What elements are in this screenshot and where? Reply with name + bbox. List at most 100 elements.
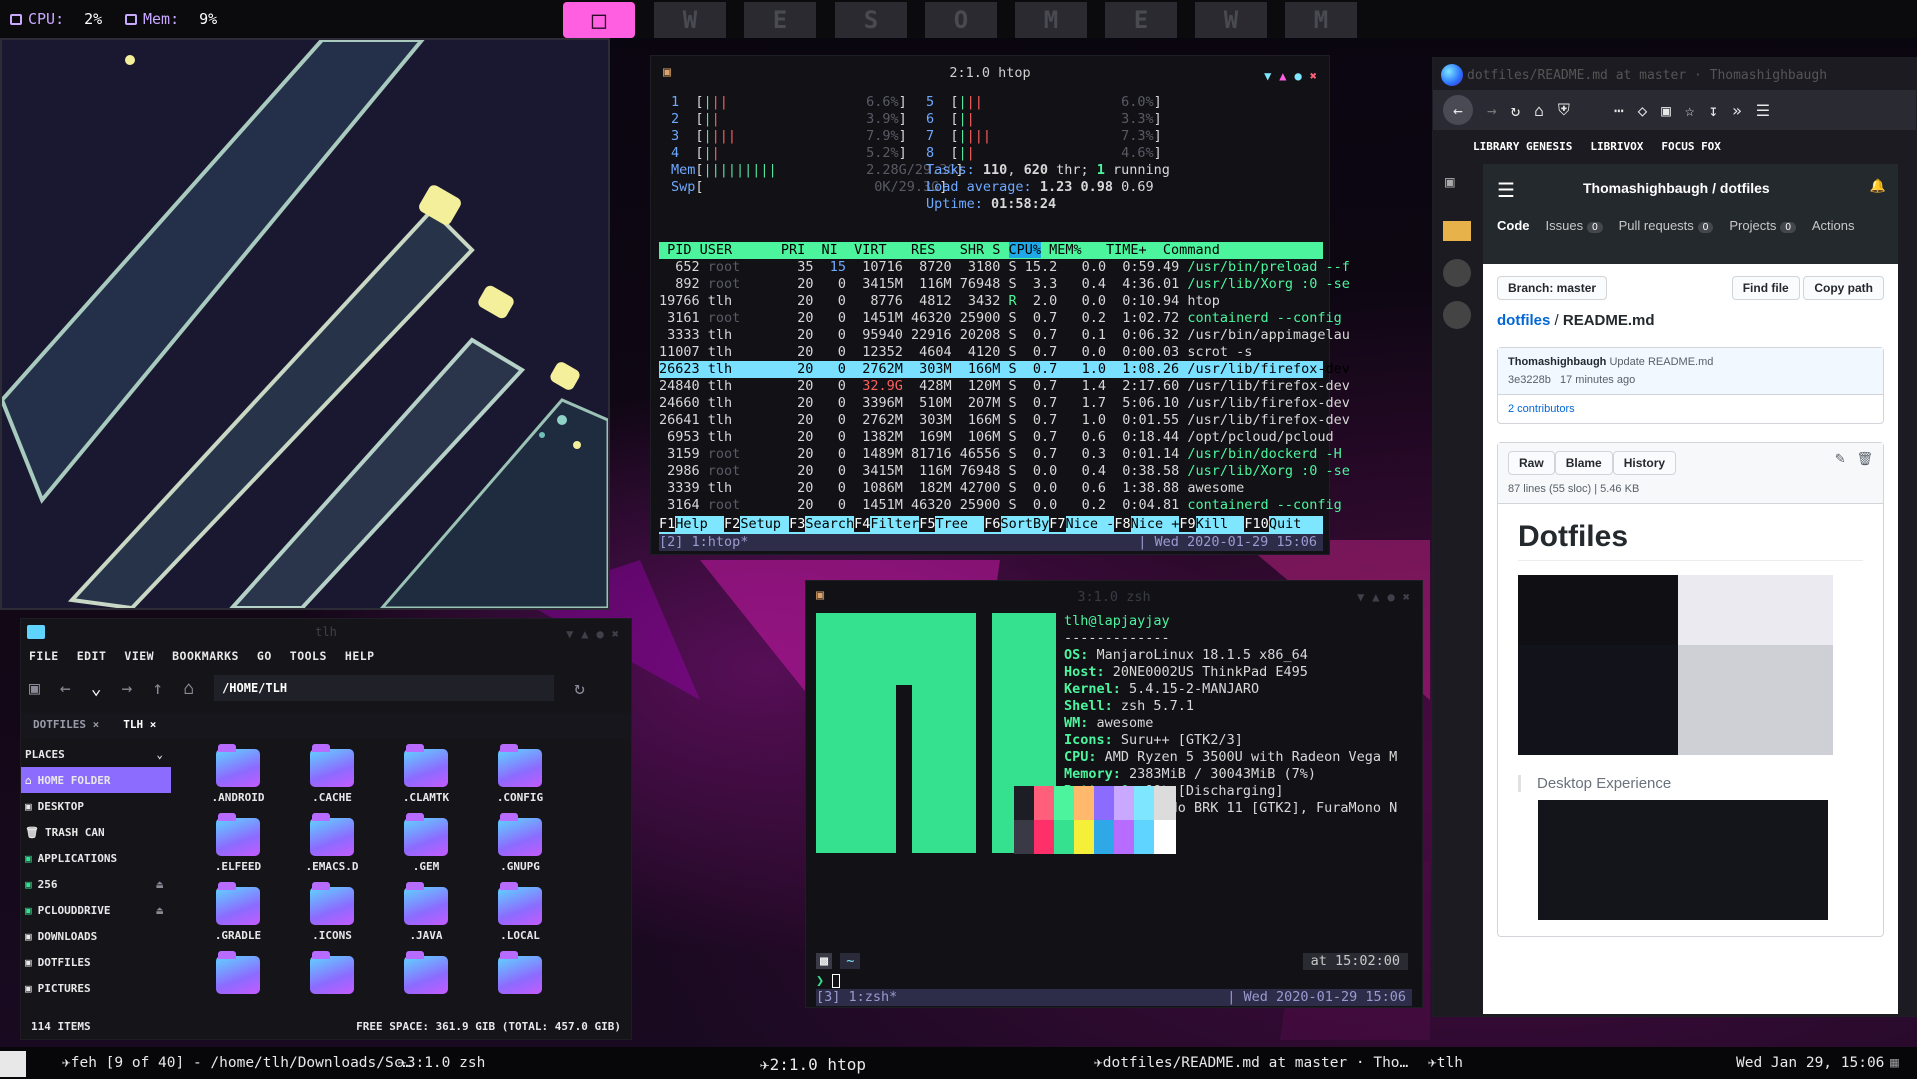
- history-button[interactable]: History: [1612, 451, 1677, 475]
- menu-icon[interactable]: ☰: [1756, 101, 1770, 120]
- back-icon[interactable]: ←: [60, 678, 71, 699]
- table-row[interactable]: 3333 tlh 20 0 95940 22916 20208 S 0.7 0.…: [659, 327, 1350, 344]
- minimize-icon[interactable]: ▼: [1357, 589, 1364, 606]
- repo-tab[interactable]: Code: [1497, 218, 1530, 233]
- copy-path-button[interactable]: Copy path: [1803, 276, 1884, 300]
- more-icon[interactable]: ⋯: [1614, 101, 1624, 120]
- folder-item[interactable]: .ELFEED: [191, 813, 285, 873]
- github-icon[interactable]: [1443, 259, 1471, 287]
- home-icon[interactable]: ⌂: [183, 678, 194, 699]
- download-icon[interactable]: ↧: [1709, 101, 1719, 120]
- overflow-icon[interactable]: »: [1732, 101, 1742, 120]
- tag-9[interactable]: M: [1285, 2, 1357, 38]
- sidebar-toggle-icon[interactable]: ▣: [1445, 172, 1469, 191]
- menu-edit[interactable]: EDIT: [77, 649, 107, 663]
- layout-icon[interactable]: ▦: [1890, 1055, 1899, 1071]
- folder-item[interactable]: .CLAMTK: [379, 744, 473, 804]
- sidebar-item-trash[interactable]: 🗑 TRASH CAN: [21, 819, 171, 845]
- sidebar-item-256[interactable]: ▣ 256 ⏏: [21, 871, 171, 897]
- sidebar-item-applications[interactable]: ▣ APPLICATIONS: [21, 845, 171, 871]
- repo-tab[interactable]: Actions: [1812, 218, 1855, 233]
- up-icon[interactable]: ↑: [152, 678, 163, 699]
- reload-icon[interactable]: ↻: [1511, 101, 1521, 120]
- folder-item[interactable]: [191, 951, 285, 998]
- close-icon[interactable]: ✖: [1310, 68, 1317, 85]
- save-icon[interactable]: ▣: [1661, 101, 1671, 120]
- history-dropdown-icon[interactable]: ⌄: [91, 678, 102, 699]
- folder-item[interactable]: .JAVA: [379, 882, 473, 942]
- branch-select[interactable]: Branch: master: [1497, 276, 1608, 300]
- table-row[interactable]: 3164 root 20 0 1451M 46320 25900 S 0.0 0…: [659, 497, 1342, 514]
- sidebar-item-dotfiles[interactable]: ▣ DOTFILES: [21, 949, 171, 975]
- close-icon[interactable]: ✖: [612, 627, 619, 641]
- image-viewer-window[interactable]: [0, 38, 610, 610]
- folder-item[interactable]: .LOCAL: [473, 882, 567, 942]
- folder-item[interactable]: [285, 951, 379, 998]
- eject-icon[interactable]: ⏏: [156, 878, 163, 891]
- task-htop[interactable]: ✈2:1.0 htop: [760, 1055, 866, 1074]
- task-firefox[interactable]: ✈dotfiles/README.md at master · Tho…: [1094, 1055, 1408, 1071]
- location-input[interactable]: /HOME/TLH: [214, 675, 555, 701]
- menu-tools[interactable]: TOOLS: [290, 649, 327, 663]
- folder-item[interactable]: .GNUPG: [473, 813, 567, 873]
- sticky-icon[interactable]: ●: [1388, 589, 1395, 606]
- tag-4[interactable]: S: [835, 2, 907, 38]
- maximize-icon[interactable]: ▲: [1279, 68, 1286, 85]
- close-tab-icon[interactable]: ×: [93, 718, 100, 731]
- file-manager-window[interactable]: tlh ▼ ▲ ● ✖ FILE EDIT VIEW BOOKMARKS GO …: [20, 618, 632, 1040]
- htop-titlebar[interactable]: ▣ 2:1.0 htop ▼ ▲ ● ✖: [651, 56, 1329, 90]
- folder-item[interactable]: .GRADLE: [191, 882, 285, 942]
- blame-button[interactable]: Blame: [1554, 451, 1613, 475]
- find-file-button[interactable]: Find file: [1731, 276, 1800, 300]
- commit-author[interactable]: Thomashighbaugh: [1508, 356, 1606, 368]
- folder-item[interactable]: .CONFIG: [473, 744, 567, 804]
- folder-item[interactable]: [379, 951, 473, 998]
- zsh-window[interactable]: ▣ 3:1.0 zsh ▼ ▲ ● ✖ tlh@lapjayjay -------…: [805, 580, 1423, 1008]
- repo-tab[interactable]: Pull requests 0: [1619, 218, 1714, 233]
- repo-title[interactable]: Thomashighbaugh / dotfiles: [1583, 180, 1770, 196]
- menu-go[interactable]: GO: [257, 649, 272, 663]
- repo-tab[interactable]: Projects 0: [1729, 218, 1796, 233]
- sidebar-item-downloads[interactable]: ▣ DOWNLOADS: [21, 923, 171, 949]
- back-icon[interactable]: ←: [1443, 95, 1473, 125]
- commit-sha[interactable]: 3e3228b: [1508, 374, 1551, 386]
- table-row[interactable]: 3159 root 20 0 1489M 81716 46556 S 0.7 0…: [659, 446, 1342, 463]
- tag-8[interactable]: W: [1195, 2, 1267, 38]
- tag-7[interactable]: E: [1105, 2, 1177, 38]
- bookmark-star-icon[interactable]: ☆: [1685, 101, 1695, 120]
- sidebar-item-desktop[interactable]: ▣ DESKTOP: [21, 793, 171, 819]
- pencil-icon[interactable]: ✎ 🗑: [1835, 451, 1873, 467]
- shield-icon[interactable]: ⛨: [1558, 100, 1570, 120]
- readme-screenshot-2[interactable]: [1538, 800, 1828, 920]
- table-row[interactable]: 26641 tlh 20 0 2762M 303M 166M S 0.7 1.0…: [659, 412, 1350, 429]
- refresh-icon[interactable]: ↻: [574, 678, 585, 699]
- minimize-icon[interactable]: ▼: [566, 627, 573, 641]
- tag-3[interactable]: E: [744, 2, 816, 38]
- notification-bell-icon[interactable]: 🔔: [1870, 178, 1886, 194]
- tag-1[interactable]: □: [563, 2, 635, 38]
- sidebar-item-pclouddrive[interactable]: ▣ PCLOUDDRIVE ⏏: [21, 897, 171, 923]
- table-row[interactable]: 19766 tlh 20 0 8776 4812 3432 R 2.0 0.0 …: [659, 293, 1323, 310]
- tag-2[interactable]: W: [654, 2, 726, 38]
- close-tab-icon[interactable]: ×: [150, 718, 157, 731]
- table-row[interactable]: 11007 tlh 20 0 12352 4604 4120 S 0.7 0.0…: [659, 344, 1323, 361]
- pocket-icon[interactable]: ◇: [1638, 101, 1648, 120]
- eject-icon[interactable]: ⏏: [156, 904, 163, 917]
- places-header[interactable]: PLACES ⌄: [21, 741, 171, 767]
- forward-icon[interactable]: →: [122, 678, 133, 699]
- commit-message[interactable]: Update README.md: [1609, 356, 1713, 368]
- table-row[interactable]: 3339 tlh 20 0 1086M 182M 42700 S 0.0 0.6…: [659, 480, 1323, 497]
- readme-screenshot[interactable]: [1518, 575, 1833, 755]
- tab-tlh[interactable]: TLH ×: [111, 713, 168, 739]
- task-feh[interactable]: ✈feh [9 of 40] - /home/tlh/Downloads/Sc…: [62, 1055, 411, 1071]
- folder-item[interactable]: .EMACS.D: [285, 813, 379, 873]
- sticky-icon[interactable]: ●: [597, 627, 604, 641]
- bookmark-librivox[interactable]: LIBRIVOX: [1590, 140, 1643, 153]
- htop-window[interactable]: ▣ 2:1.0 htop ▼ ▲ ● ✖ 1 [||| 6.6%] 2 [|| 3…: [650, 55, 1350, 555]
- close-icon[interactable]: ✖: [1403, 589, 1410, 606]
- prompt-cursor[interactable]: ❯: [816, 973, 841, 990]
- tag-5[interactable]: O: [925, 2, 997, 38]
- maximize-icon[interactable]: ▲: [1372, 589, 1379, 606]
- maximize-icon[interactable]: ▲: [581, 627, 588, 641]
- contributors-link[interactable]: 2 contributors: [1508, 403, 1575, 415]
